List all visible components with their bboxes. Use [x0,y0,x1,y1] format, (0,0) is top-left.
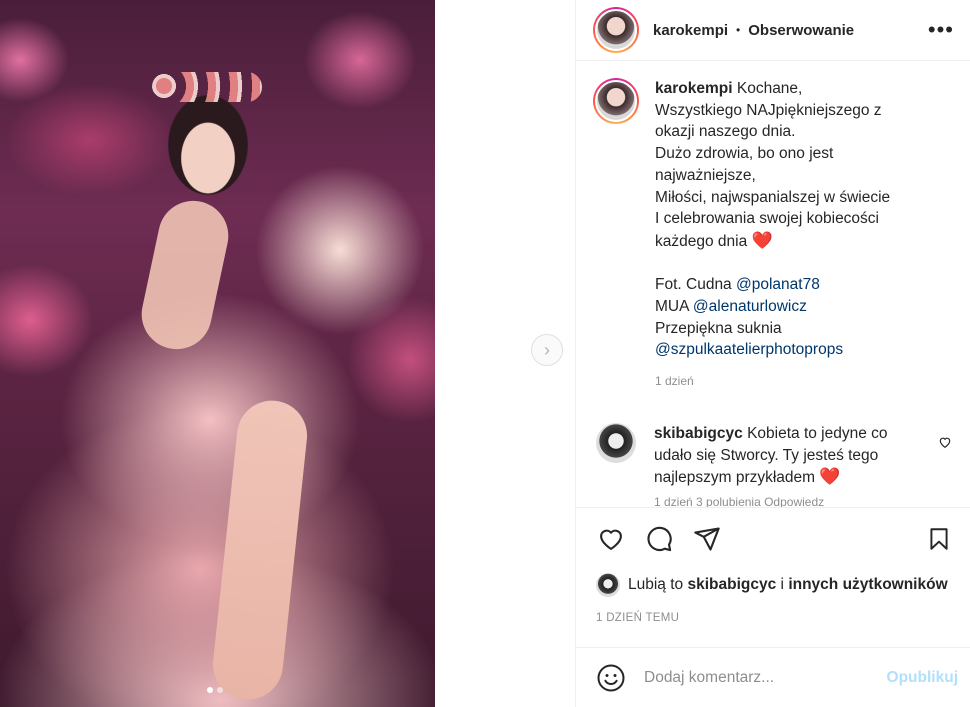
comment-line-with-heart: najlepszym przykładem ❤️ [654,467,841,487]
comment-text: skibabigcyc Kobieta to jedyne co udało s… [654,423,914,489]
caption-line: Wszystkiego NAJpiękniejszego z [655,101,882,119]
comment-item: skibabigcyc Kobieta to jedyne co udało s… [593,422,954,489]
caption-text: karokempi Kochane, Wszystkiego NAJpiękni… [655,78,925,393]
carousel-dot-active [207,687,213,693]
publish-button[interactable]: Opublikuj [887,669,958,687]
mention-link[interactable]: @polanat78 [736,276,820,293]
comment-line: Kobieta to jedyne co [747,424,888,442]
carousel-next-button[interactable]: › [531,334,563,366]
caption-time[interactable]: 1 dzień [655,371,925,393]
heart-emoji-icon: ❤️ [751,230,773,250]
likes-connector: i [780,576,784,593]
mention-link[interactable]: @szpulkaatelierphotoprops [655,339,925,361]
comments-section[interactable]: karokempi Kochane, Wszystkiego NAJpiękni… [576,62,970,507]
caption-line: Kochane, [736,80,803,97]
credit-photo-prefix: Fot. Cudna [655,276,732,294]
add-comment-bar: Opublikuj [576,647,970,707]
liker-avatar[interactable] [596,573,620,597]
comment-input[interactable] [644,668,887,687]
emoji-smiley-icon[interactable] [596,663,626,693]
caption-author-avatar[interactable] [593,78,639,124]
credit-mua-prefix: MUA [655,298,689,316]
post-side-panel: karokempi • Obserwowanie ••• karokempi K… [575,0,970,707]
commenter-username[interactable]: skibabigcyc [654,425,743,442]
share-send-icon[interactable] [692,524,722,554]
credit-photo: Fot. Cudna @polanat78 [655,274,925,296]
caption-line: Miłości, najwspanialszej w świecie [655,188,891,206]
caption: karokempi Kochane, Wszystkiego NAJpiękni… [593,78,954,393]
comment-like-heart-icon[interactable] [938,435,952,452]
photo-flower-crown-shape [152,72,262,102]
author-avatar[interactable] [593,7,639,53]
more-options-icon[interactable]: ••• [928,19,954,41]
header-separator: • [736,23,741,37]
post-date[interactable]: 1 DZIEŃ TEMU [596,612,679,624]
likes-summary: Lubią to skibabigcyc i innych użytkownik… [596,573,948,597]
likes-prefix: Lubią to [628,576,684,593]
caption-line-with-heart: każdego dnia ❤️ [655,230,925,253]
mention-link[interactable]: @alenaturlowicz [693,298,807,315]
comment-line: najlepszym przykładem [654,469,816,487]
credit-mua: MUA @alenaturlowicz [655,296,925,318]
carousel-indicator [207,687,223,693]
bookmark-icon[interactable] [924,524,954,554]
post-header: karokempi • Obserwowanie ••• [576,0,970,61]
heart-emoji-icon: ❤️ [819,467,841,487]
comment-bubble-icon[interactable] [644,524,674,554]
caption-line: okazji naszego dnia. [655,123,796,141]
post-photo[interactable] [0,0,435,707]
instagram-post-view: › karokempi • Obserwowanie ••• karokempi… [0,0,970,707]
following-button[interactable]: Obserwowanie [748,22,854,39]
liker-username[interactable]: skibabigcyc [687,576,776,594]
caption-line: najważniejsze, [655,166,756,184]
post-actions-bar [576,507,970,569]
comment-line: udało się Stworcy. Ty jesteś tego [654,446,879,464]
author-username[interactable]: karokempi [653,22,728,39]
caption-line: każdego dnia [655,232,748,250]
commenter-avatar[interactable] [596,422,636,463]
comment-meta[interactable]: 1 dzień 3 polubienia Odpowiedz [654,495,954,507]
likes-others-link[interactable]: innych użytkowników [788,576,947,594]
caption-line: I celebrowania swojej kobiecości [655,210,880,228]
credit-dress: Przepiękna suknia [655,319,782,337]
like-heart-icon[interactable] [596,524,626,554]
carousel-dot [217,687,223,693]
caption-line: Dużo zdrowia, bo ono jest [655,145,834,163]
chevron-right-icon: › [544,339,550,360]
caption-author-username[interactable]: karokempi [655,80,733,97]
